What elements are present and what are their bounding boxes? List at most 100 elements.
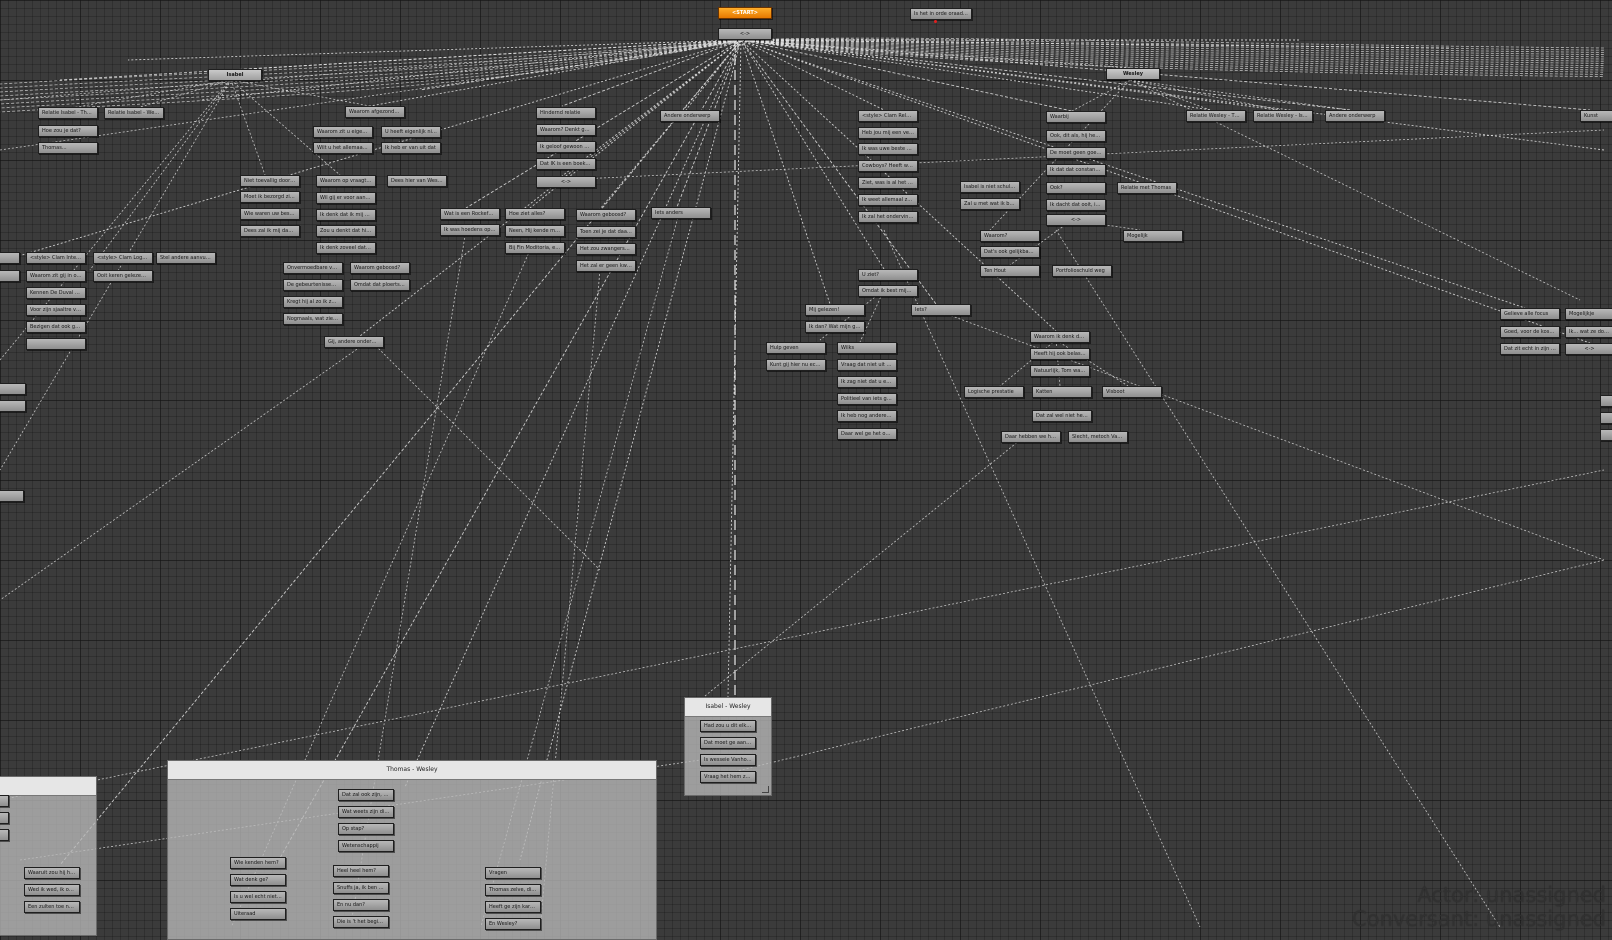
group-node[interactable]: En Wesley? [485,918,541,930]
dialogue-node[interactable]: Andere onderwerp [1325,110,1385,122]
group-node[interactable]: Vragen [485,867,541,879]
dialogue-node[interactable]: Kunt gij hier nu echt mijn [766,359,826,371]
dialogue-node[interactable]: Hindernd relatie [536,107,596,119]
dialogue-node[interactable]: Isabel is niet schuldig? [960,181,1020,193]
dialogue-node[interactable]: Waarom ik denk dat Wesley [1030,331,1090,343]
empty-node[interactable] [0,490,24,502]
dialogue-node[interactable]: Hulp geven [766,342,826,354]
group-node[interactable]: Die is 't het begin van je [333,916,389,928]
dialogue-node[interactable]: Ten Hout [980,265,1040,277]
dialogue-node[interactable]: Omdat dat ploertstiel zijn [350,279,410,291]
dialogue-node[interactable]: U heeft eigenlijk niet gez [381,126,441,138]
dialogue-node[interactable]: Hoe zou je dat? [38,125,98,137]
dialogue-node[interactable]: Relatie Isabel - Thomas [38,107,98,119]
dialogue-node[interactable]: Omdat ik best mijn hoof [858,285,918,297]
dialogue-node[interactable]: Relatie Isabel - Wesley [104,107,164,119]
empty-node[interactable] [1600,412,1612,424]
dialogue-node[interactable]: Dat zit echt in zijn dossier [1500,343,1560,355]
dialogue-node[interactable]: Ook, dit als, hij heeft ze [1046,130,1106,142]
hub-wesley[interactable]: Wesley [1106,68,1160,80]
group-node[interactable]: Vraag het hem zelf, zag ik [700,771,756,783]
start-hub-node[interactable]: <-> [718,28,772,40]
top-note-node[interactable]: Is het in orde oraad ja wat [910,8,972,20]
dialogue-node[interactable]: Ik dan? Wat mijn goed jij [805,321,865,333]
hub-node[interactable]: <-> [1046,214,1106,226]
dialogue-node[interactable]: Waarom op vraagt u zoveel [316,175,376,187]
dialogue-node[interactable]: Waarbij [1046,111,1106,123]
dialogue-node[interactable]: <style> Clam Interrogatie [26,252,86,264]
group-node[interactable]: Waaruit zou hij het bij u zi [24,867,80,879]
dialogue-node[interactable]: Wilks [837,342,897,354]
dialogue-node[interactable]: Onvermoedbare vraagstuk [283,262,343,274]
dialogue-node[interactable]: Zal u met wat ik bedoel [960,198,1020,210]
dialogue-node[interactable]: Gij, andere onderwerp dan [324,336,384,348]
dialogue-node[interactable]: Moet ik bezorgd zijn? [240,191,300,203]
dialogue-node[interactable]: <style> Clam Logbeschrijving [93,252,153,264]
dialogue-node[interactable]: Logische prestatie [964,386,1024,398]
dialogue-node[interactable]: Dees hier van Wesley [387,175,447,187]
dialogue-node[interactable]: Portfolioschuld weg [1052,265,1112,277]
hub-node[interactable]: <-> [1565,343,1612,355]
dialogue-node[interactable]: Mij gelezen! [805,304,865,316]
empty-node[interactable] [0,400,26,412]
empty-node[interactable] [1600,429,1612,441]
group-node[interactable]: Had zou u dit elkaar kunne [700,720,756,732]
dialogue-node[interactable]: Ik weet allemaal zelve dat [858,194,918,206]
dialogue-node[interactable]: Ik dat dat constant twijfel [1046,164,1106,176]
dialogue-node[interactable]: Vraag dat niet uit zo? Ik ben [837,359,897,371]
dialogue-node[interactable]: Natuurlijk, Tom was geliefd [1030,365,1090,377]
group-node[interactable] [0,829,9,841]
group-thomas-wesley[interactable]: Thomas - Wesley Dat zal ook zijn, Ere he… [167,760,657,940]
dialogue-node[interactable]: Ik heb nog andere vragen [837,410,897,422]
dialogue-node[interactable]: Relatie met Thomas [1117,182,1177,194]
group-node[interactable]: En nu dan? [333,899,389,911]
group-node[interactable] [0,812,9,824]
empty-node[interactable] [1600,395,1612,407]
group-node[interactable]: Heeft ge zijn karen al gest [485,901,541,913]
dialogue-canvas[interactable]: <START> <-> Is het in orde oraad ja wat … [0,0,1612,940]
group-node[interactable]: Dat moet ge aan hen zeggen [700,737,756,749]
group-node[interactable]: Wie kenden hem? [230,857,286,869]
dialogue-node[interactable]: Het zou zwangerschap een [576,243,636,255]
dialogue-node[interactable]: Ik was uwe beste vriendin [858,143,918,155]
dialogue-node[interactable]: Zou u denkt dat hij hem [316,225,376,237]
dialogue-node[interactable]: Ik heb er van uit dat [381,142,441,154]
dialogue-node[interactable]: Waarom geboosd? [350,262,410,274]
empty-node[interactable] [0,252,20,264]
hub-node[interactable]: <-> [536,176,596,188]
dialogue-node[interactable]: Bezigen dat ook geen ook [26,321,86,333]
dialogue-node[interactable]: Waarom afgezonderd in abt [345,106,405,118]
dialogue-node[interactable]: Dat zal wel niet het enige [1032,410,1092,422]
dialogue-node[interactable]: Heeft hij ook belastend as [1030,348,1090,360]
empty-node[interactable] [0,270,20,282]
dialogue-node[interactable]: Iets anders [651,207,711,219]
dialogue-node[interactable]: Andere onderwerp [660,110,720,122]
group-node[interactable]: Is wesseie Vanhoute sien de [700,754,756,766]
dialogue-node[interactable]: Mogelijkje [1565,308,1612,320]
resize-handle[interactable] [762,786,769,793]
dialogue-node[interactable]: Ooit keren gelezen is als [93,270,153,282]
dialogue-node[interactable]: Wilt u het allemaal doen? [313,142,373,154]
empty-node[interactable] [0,383,26,395]
dialogue-node[interactable]: Ik denk zoveel dat uit ons [316,242,376,254]
dialogue-node[interactable]: Mogelijk [1123,230,1183,242]
dialogue-node[interactable]: Waarom? Denkt ge dat Thoma [536,124,596,136]
dialogue-node[interactable]: Ik zal het ondervinden [858,211,918,223]
group-node[interactable]: Een zulten toe naar kiel en [24,901,80,913]
group-node[interactable]: Wed ik wed, ik ook niet [24,884,80,896]
dialogue-node[interactable]: Kregt hij al zo ik zeg dat [283,296,343,308]
group-left[interactable]: Waaruit zou hij het bij u zi Wed ik wed,… [0,776,97,936]
dialogue-node[interactable]: Kunst [1580,110,1612,122]
dialogue-node[interactable]: Slecht, metoch Van houten [1068,431,1128,443]
group-node[interactable]: Uiteraad [230,908,286,920]
dialogue-node[interactable]: Relatie Wesley - Thomas [1186,110,1246,122]
dialogue-node[interactable]: Hoe ziet alles? [505,208,565,220]
dialogue-node[interactable]: Thomas... [38,142,98,154]
dialogue-node[interactable]: Dat's ook gelijkbaar als een [980,246,1040,258]
dialogue-node[interactable]: Toen zei je dat daar aarde [576,226,636,238]
dialogue-node[interactable]: Waarom geboosd? [576,209,636,221]
dialogue-node[interactable]: Ik denk dat ik mij niet bel [316,209,376,221]
dialogue-node[interactable]: Ik zag niet dat u en nee [837,376,897,388]
empty-node[interactable] [26,338,86,350]
dialogue-node[interactable]: Wie waren uw beste vrienden [240,208,300,220]
